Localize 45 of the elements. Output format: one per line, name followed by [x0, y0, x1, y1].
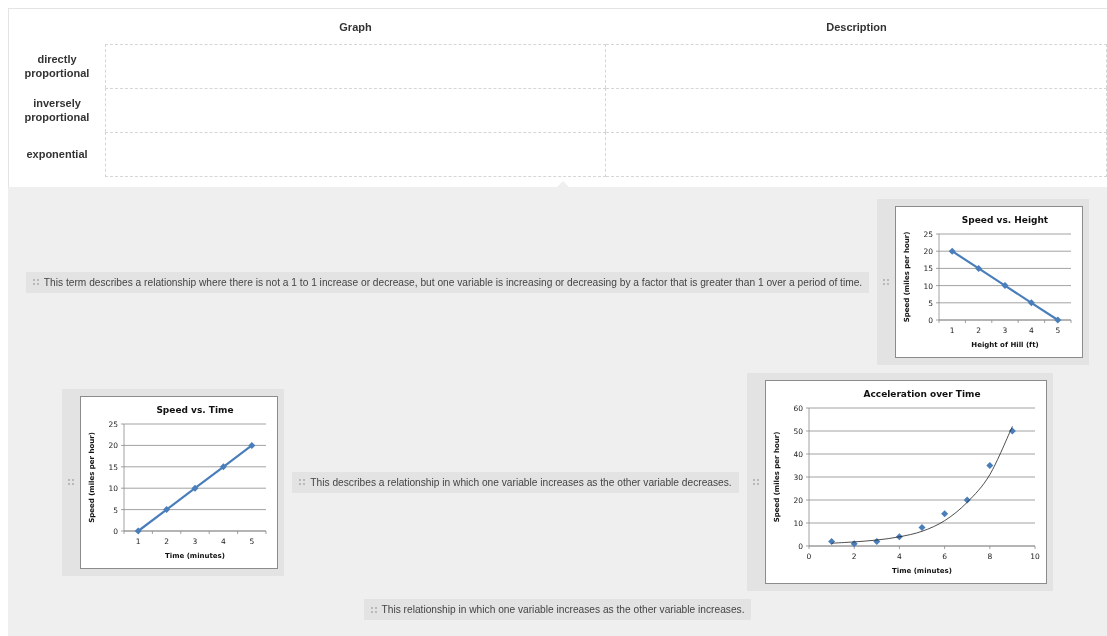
drag-handle-icon[interactable]: [883, 279, 890, 285]
answer-tile[interactable]: This describes a relationship in which one variable increases as the other variable decreases.: [292, 471, 739, 493]
data-point: [1028, 299, 1036, 307]
column-header: Graph: [338, 20, 373, 35]
drag-handle-icon[interactable]: [752, 479, 759, 485]
drop-zone[interactable]: [606, 88, 1107, 132]
chart-title: Acceleration over Time: [863, 389, 981, 399]
answer-tile[interactable]: This relationship in which one variable increases as the other variable increases.: [363, 599, 752, 620]
drop-zone[interactable]: [105, 132, 606, 177]
answer-text: This relationship in which one variable increases as the other variable increases.: [381, 604, 745, 615]
data-point: [248, 441, 256, 449]
chart-title: Speed vs. Time: [156, 404, 234, 415]
drag-handle-icon[interactable]: [370, 606, 377, 613]
data-point: [220, 462, 228, 470]
data-point: [963, 496, 971, 504]
drag-handle-icon[interactable]: [299, 479, 306, 485]
row-label: directly proportional: [23, 52, 91, 81]
data-point: [1001, 282, 1009, 290]
column-header: Description: [825, 20, 888, 35]
data-point: [191, 484, 199, 492]
data-point: [850, 540, 858, 548]
data-point: [163, 505, 171, 513]
data-point: [918, 524, 926, 532]
drag-handle-icon[interactable]: [32, 279, 39, 285]
data-point: [975, 264, 983, 272]
data-point: [948, 247, 956, 255]
data-point: [985, 462, 993, 469]
row-label: exponential: [25, 147, 89, 162]
data-point: [827, 537, 835, 545]
drop-zone[interactable]: [105, 88, 606, 132]
data-point: [135, 527, 143, 534]
answer-tile[interactable]: This term describes a relationship where there is not a 1 to 1 increase or decrease, but one variable is increasing or decreasing by a factor that is greater than 1 over a period of time.: [25, 271, 870, 293]
drop-zone[interactable]: [606, 132, 1107, 177]
data-point: [1008, 427, 1016, 435]
data-point: [1054, 316, 1062, 324]
data-point: [872, 537, 880, 545]
chart-title: Speed vs. Height: [961, 215, 1049, 225]
drop-zone[interactable]: [105, 44, 606, 88]
data-point: [895, 533, 903, 541]
answer-text: This describes a relationship in which one variable increases as the other variable decreases.: [310, 476, 732, 488]
row-label: inversely proportional: [23, 96, 91, 125]
drop-zone[interactable]: [606, 44, 1107, 88]
drag-handle-icon[interactable]: [68, 479, 75, 485]
answer-text: This term describes a relationship where there is not a 1 to 1 increase or decrease, but one variable is increasing or decreasing by a factor that is greater than 1 over a period of time.: [43, 276, 863, 288]
data-point: [940, 510, 948, 518]
